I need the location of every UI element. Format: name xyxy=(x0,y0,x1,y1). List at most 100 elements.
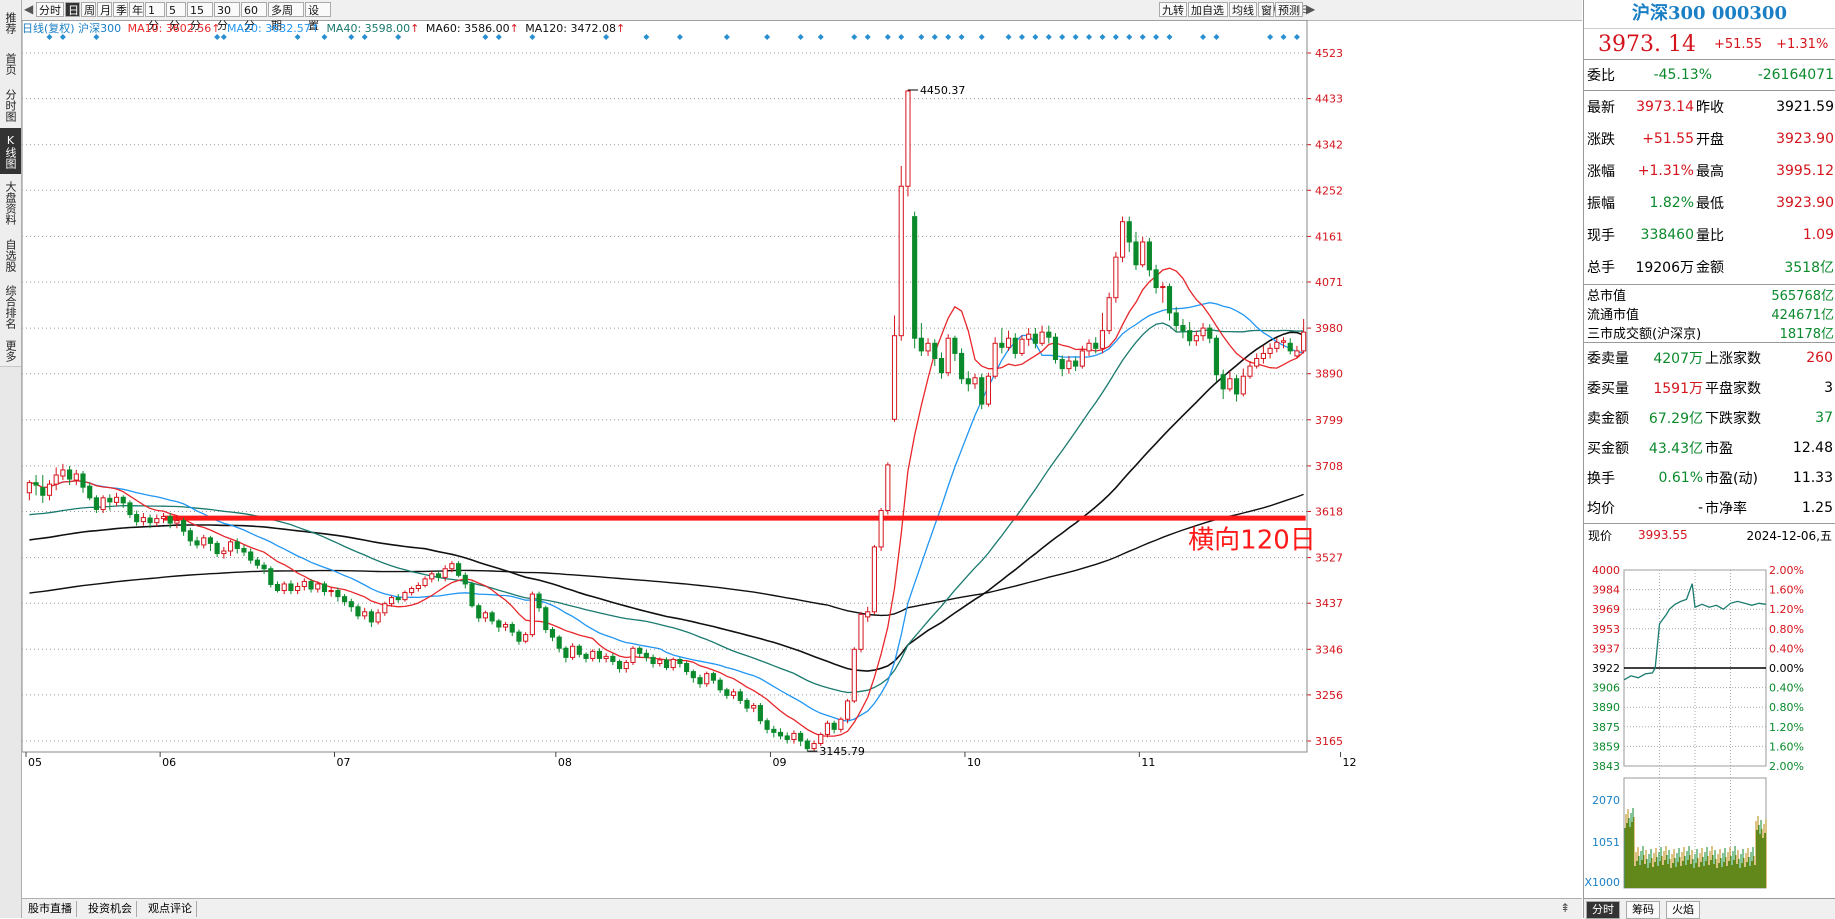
min-price-label: 3145.79 xyxy=(819,745,865,758)
bottom-tab-1[interactable]: 投资机会 xyxy=(84,901,137,917)
y-tick-label: 3256 xyxy=(1315,689,1343,702)
price-bar: 3973. 14 +51.55 +1.31% xyxy=(1584,29,1835,60)
x-tick-label: 12 xyxy=(1343,756,1357,769)
quote-label: 金额 xyxy=(1696,260,1724,276)
candle xyxy=(804,738,810,752)
period-tab-11[interactable]: 多周期 xyxy=(268,2,304,32)
candle xyxy=(248,548,254,564)
period-tab-2[interactable]: 周 xyxy=(81,2,96,17)
candle xyxy=(563,646,569,663)
stat-label: 委卖量 xyxy=(1587,351,1629,367)
stat-value: 37 xyxy=(1815,410,1833,426)
signal-diamond xyxy=(214,34,221,40)
signal-diamond xyxy=(495,34,502,40)
candle xyxy=(261,562,267,574)
candle xyxy=(724,687,730,699)
sidebar-item-4[interactable]: 大盘资料 xyxy=(0,174,21,233)
candle xyxy=(1166,283,1173,321)
quote-value: 338460 xyxy=(1640,227,1694,243)
candle xyxy=(878,507,884,552)
candle xyxy=(1187,322,1193,346)
now-price-row: 现价 3993.55 2024-12-06,五 xyxy=(1584,524,1835,546)
period-tab-10[interactable]: 60分 xyxy=(241,2,267,32)
candle xyxy=(1066,355,1072,374)
candle xyxy=(496,618,502,633)
toolbar-right-4[interactable]: 预测 xyxy=(1275,2,1303,17)
period-tab-7[interactable]: 5分 xyxy=(166,2,186,32)
stat-label: 上涨家数 xyxy=(1705,351,1761,367)
toolbar-right-0[interactable]: 九转 xyxy=(1159,2,1187,17)
panel-tab-2[interactable]: 火焰 xyxy=(1666,901,1700,919)
signal-diamond xyxy=(1153,34,1160,40)
arrow-right-end-icon[interactable]: ▶ xyxy=(1306,2,1315,17)
candle xyxy=(281,581,287,595)
quote-label: 现手 xyxy=(1587,228,1615,244)
candle xyxy=(80,470,86,493)
signal-diamond xyxy=(603,34,610,40)
candle xyxy=(462,572,468,589)
bottom-tab-2[interactable]: 观点评论 xyxy=(144,901,197,917)
period-tab-8[interactable]: 15分 xyxy=(187,2,213,32)
mini-right-tick: 1.20% xyxy=(1769,603,1804,616)
sidebar-item-2[interactable]: 分时图 xyxy=(0,82,21,129)
y-tick-label: 3799 xyxy=(1315,414,1343,427)
sidebar-item-7[interactable]: 更多 xyxy=(0,336,21,367)
signal-diamond xyxy=(797,34,804,40)
period-tab-0[interactable]: 分时 xyxy=(36,2,64,17)
candle xyxy=(824,720,831,738)
panel-tab-0[interactable]: 分时 xyxy=(1586,901,1620,919)
candle xyxy=(429,571,435,583)
period-tab-3[interactable]: 月 xyxy=(97,2,112,17)
sidebar-item-1[interactable]: 首页 xyxy=(0,46,21,83)
toolbar-right-3[interactable]: 窗 xyxy=(1258,2,1274,17)
mini-price-line xyxy=(1623,583,1767,681)
sidebar-item-5[interactable]: 自选股 xyxy=(0,232,21,279)
vol-tick: 1051 xyxy=(1592,836,1620,849)
toolbar-right-1[interactable]: 加自选 xyxy=(1188,2,1228,17)
market-value: 565768亿 xyxy=(1771,289,1834,304)
stat-label: 换手 xyxy=(1587,471,1615,487)
arrow-left-icon[interactable]: ◀ xyxy=(24,2,33,17)
period-tab-1[interactable]: 日 xyxy=(65,2,80,17)
candle xyxy=(1133,231,1139,270)
stat-value: 1.25 xyxy=(1801,500,1833,516)
kline-svg: 4523 4433 4342 4252 4161 4071 3980 3890 3799 3708… xyxy=(21,19,1357,769)
bottom-tab-0[interactable]: 股市直播 xyxy=(24,901,77,917)
sidebar-item-3[interactable]: K线图 xyxy=(0,128,21,175)
intraday-mini-chart[interactable]: 4000 2.00% 3984 1.60% 3969 1.20% 3953 0.80% 3937… xyxy=(1584,562,1835,898)
stat-label: 平盘家数 xyxy=(1705,381,1761,397)
candle xyxy=(777,728,784,740)
collapse-up-icon[interactable]: ⇞ xyxy=(1560,901,1570,916)
period-tab-12[interactable]: 设置 xyxy=(305,2,331,32)
y-tick-label: 3618 xyxy=(1315,505,1343,518)
period-tab-9[interactable]: 30分 xyxy=(214,2,240,32)
period-tab-4[interactable]: 季 xyxy=(113,2,128,17)
kline-chart[interactable]: 4523 4433 4342 4252 4161 4071 3980 3890 3799 3708… xyxy=(21,19,1530,902)
stat-label: 卖金额 xyxy=(1587,411,1629,427)
toolbar-right-2[interactable]: 均线 xyxy=(1229,2,1257,17)
candle xyxy=(932,339,938,367)
period-tab-6[interactable]: 1分 xyxy=(145,2,165,32)
candle xyxy=(677,657,683,668)
y-tick-label: 4342 xyxy=(1315,139,1343,152)
candle xyxy=(1019,335,1025,356)
stat-label: 下跌家数 xyxy=(1705,411,1761,427)
candle xyxy=(784,732,790,744)
market-row: 三市成交额(沪深京) 18178亿 xyxy=(1584,323,1835,342)
candle xyxy=(1233,374,1240,402)
candle xyxy=(402,590,408,602)
sidebar-item-0[interactable]: 推荐 xyxy=(0,0,21,47)
sidebar-item-6[interactable]: 综合排名 xyxy=(0,278,21,337)
signal-diamond xyxy=(529,34,536,40)
candle xyxy=(871,544,877,615)
mini-right-tick: 0.00% xyxy=(1769,662,1804,675)
candle xyxy=(798,730,804,747)
candle xyxy=(1260,345,1266,364)
period-tab-5[interactable]: 年 xyxy=(129,2,144,17)
signal-diamond xyxy=(945,34,952,40)
panel-tab-1[interactable]: 筹码 xyxy=(1626,901,1660,919)
mini-left-tick: 4000 xyxy=(1592,564,1620,577)
signal-diamond xyxy=(1045,34,1052,40)
candle xyxy=(771,725,777,738)
candle xyxy=(838,717,844,733)
